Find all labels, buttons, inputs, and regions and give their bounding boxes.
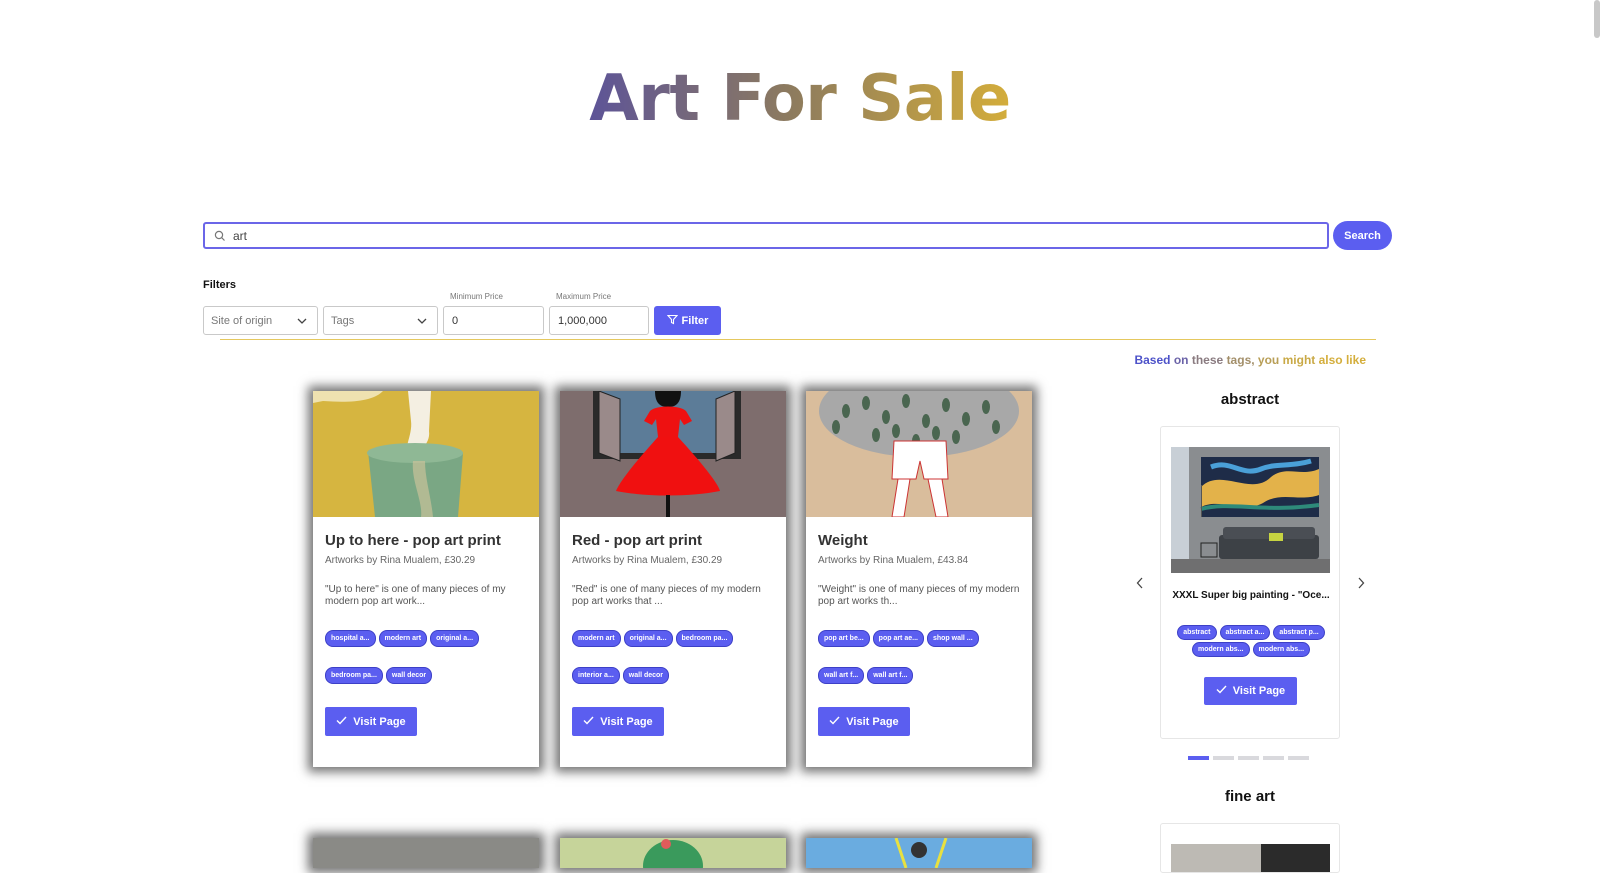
artwork-image[interactable] xyxy=(806,391,1032,517)
product-card-partial[interactable] xyxy=(560,838,786,868)
min-price-label: Minimum Price xyxy=(450,292,503,301)
carousel-dot[interactable] xyxy=(1263,756,1284,760)
min-price-input[interactable]: 0 xyxy=(443,306,544,335)
visit-page-label: Visit Page xyxy=(846,715,899,728)
tag-chip[interactable]: original a... xyxy=(430,630,480,647)
visit-page-button[interactable]: Visit Page xyxy=(818,707,910,736)
visit-page-button[interactable]: Visit Page xyxy=(325,707,417,736)
artwork-image[interactable] xyxy=(560,391,786,517)
tag-chip[interactable]: pop art be... xyxy=(818,630,870,647)
search-icon xyxy=(209,225,231,247)
tag-chip[interactable]: modern art xyxy=(572,630,621,647)
visit-page-label: Visit Page xyxy=(353,715,406,728)
filters-label: Filters xyxy=(203,279,237,291)
artwork-image[interactable] xyxy=(1171,447,1330,573)
site-of-origin-placeholder: Site of origin xyxy=(211,314,273,327)
tag-chip[interactable]: wall decor xyxy=(622,667,670,684)
page-title: Art For Sale xyxy=(0,62,1600,136)
tag-chip[interactable]: shop wall ... xyxy=(926,630,979,647)
max-price-value: 1,000,000 xyxy=(558,314,607,327)
recommendation-title: XXXL Super big painting - "Oce... xyxy=(1172,590,1330,601)
category-title: fine art xyxy=(1224,788,1275,805)
filter-icon xyxy=(666,314,678,328)
search-input[interactable]: art xyxy=(203,222,1329,249)
tag-chip[interactable]: modern abs... xyxy=(1252,642,1311,657)
product-title: Red - pop art print xyxy=(572,532,702,549)
tag-chip[interactable]: pop art ae... xyxy=(872,630,924,647)
search-button[interactable]: Search xyxy=(1333,221,1392,250)
carousel-dot[interactable] xyxy=(1238,756,1259,760)
visit-page-button[interactable]: Visit Page xyxy=(572,707,664,736)
tag-chip[interactable]: abstract p... xyxy=(1273,625,1325,640)
tag-chip[interactable]: modern abs... xyxy=(1191,642,1250,657)
category-title: abstract xyxy=(1220,391,1280,408)
check-icon xyxy=(1216,685,1227,697)
product-card-partial[interactable] xyxy=(313,838,539,868)
product-card-partial[interactable] xyxy=(806,838,1032,868)
product-description: "Weight" is one of many pieces of my mod… xyxy=(818,584,1020,607)
divider xyxy=(220,339,1376,340)
min-price-value: 0 xyxy=(452,314,459,327)
tags-placeholder: Tags xyxy=(331,314,355,327)
carousel-dots xyxy=(1188,756,1309,760)
tag-chip[interactable]: wall decor xyxy=(385,667,433,684)
chevron-down-icon xyxy=(416,315,428,330)
scrollbar[interactable] xyxy=(1594,0,1600,38)
carousel-prev-arrow[interactable] xyxy=(1134,576,1146,590)
tag-chip[interactable]: hospital a... xyxy=(325,630,376,647)
product-card: Weight Artworks by Rina Mualem, £43.84 "… xyxy=(806,391,1032,767)
recommendation-card xyxy=(1160,823,1340,873)
tag-chip[interactable]: modern art xyxy=(378,630,428,647)
check-icon xyxy=(336,716,347,728)
carousel-dot[interactable] xyxy=(1288,756,1309,760)
check-icon xyxy=(583,716,594,728)
visit-page-label: Visit Page xyxy=(1232,685,1286,697)
chevron-down-icon xyxy=(296,315,308,330)
tags-select[interactable]: Tags xyxy=(323,306,438,335)
recommendations-heading: Based on these tags, you might also like xyxy=(1134,353,1366,367)
carousel-next-arrow[interactable] xyxy=(1355,576,1367,590)
tag-chip[interactable]: bedroom pa... xyxy=(325,667,383,684)
carousel-dot[interactable] xyxy=(1213,756,1234,760)
max-price-input[interactable]: 1,000,000 xyxy=(549,306,649,335)
product-description: "Red" is one of many pieces of my modern… xyxy=(572,584,761,607)
product-subtitle: Artworks by Rina Mualem, £30.29 xyxy=(325,555,476,566)
tag-chip[interactable]: interior a... xyxy=(572,667,620,684)
carousel-dot[interactable] xyxy=(1188,756,1209,760)
product-subtitle: Artworks by Rina Mualem, £43.84 xyxy=(818,555,969,566)
tag-chip[interactable]: wall art f... xyxy=(818,667,865,684)
max-price-label: Maximum Price xyxy=(556,292,612,301)
product-title: Weight xyxy=(818,532,868,549)
filter-button[interactable]: Filter xyxy=(654,306,721,335)
search-value: art xyxy=(233,228,248,243)
visit-page-button[interactable]: Visit Page xyxy=(1204,677,1297,705)
filter-button-label: Filter xyxy=(681,314,709,327)
tag-chip[interactable]: wall art f... xyxy=(867,667,914,684)
recommendation-card: XXXL Super big painting - "Oce... abstra… xyxy=(1160,426,1340,739)
check-icon xyxy=(829,716,840,728)
product-description: "Up to here" is one of many pieces of my… xyxy=(325,584,506,607)
site-of-origin-select[interactable]: Site of origin xyxy=(203,306,318,335)
tag-chip[interactable]: abstract a... xyxy=(1219,625,1271,640)
tag-chip[interactable]: original a... xyxy=(623,630,673,647)
product-subtitle: Artworks by Rina Mualem, £30.29 xyxy=(572,555,723,566)
visit-page-label: Visit Page xyxy=(600,715,653,728)
product-title: Up to here - pop art print xyxy=(325,532,501,549)
product-card: Red - pop art print Artworks by Rina Mua… xyxy=(560,391,786,767)
artwork-image[interactable] xyxy=(313,391,539,517)
tag-chip[interactable]: bedroom pa... xyxy=(675,630,734,647)
tag-chip[interactable]: abstract xyxy=(1177,625,1217,640)
product-card: Up to here - pop art print Artworks by R… xyxy=(313,391,539,767)
